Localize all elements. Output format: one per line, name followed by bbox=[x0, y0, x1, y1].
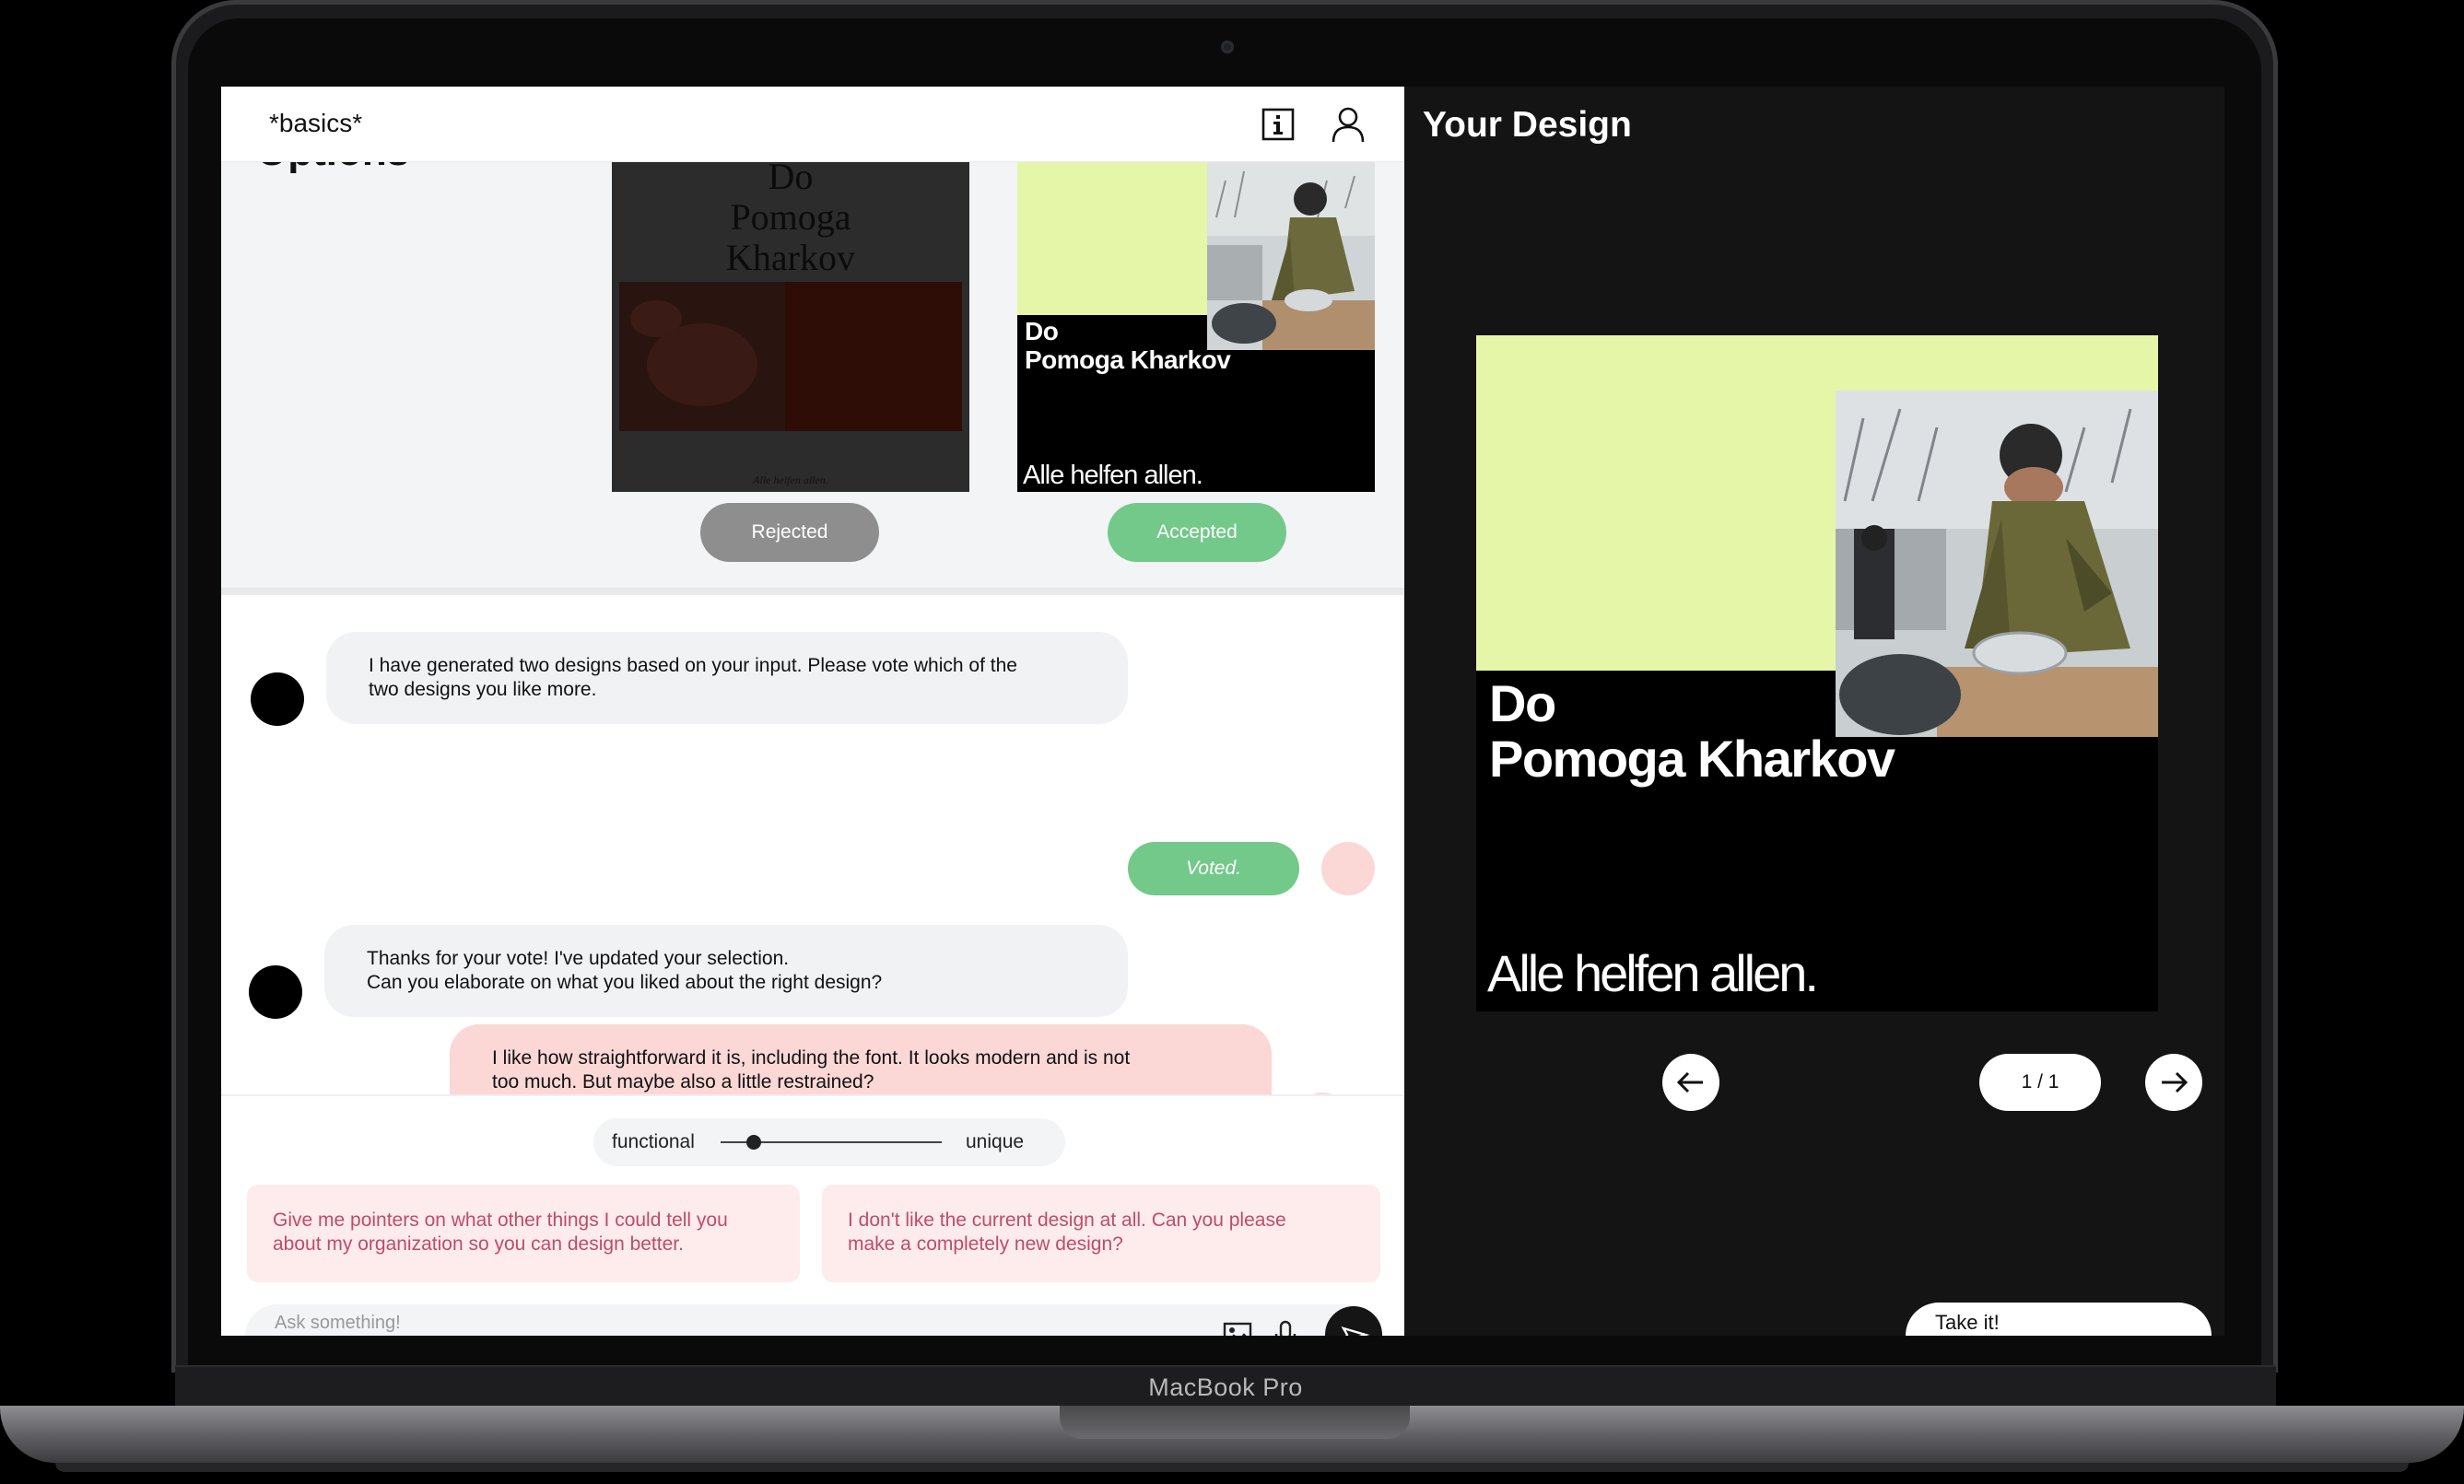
microphone-icon[interactable] bbox=[1270, 1319, 1301, 1336]
option-b-title: Do Pomoga Kharkov bbox=[1025, 317, 1231, 374]
user-avatar bbox=[1321, 842, 1375, 895]
option-b-photo bbox=[1207, 162, 1375, 350]
laptop-base-shadow bbox=[55, 1463, 2409, 1472]
slider-right-label: unique bbox=[966, 1131, 1025, 1152]
bot-message: Thanks for your vote! I've updated your … bbox=[324, 925, 1128, 1017]
bot-message: I have generated two designs based on yo… bbox=[326, 632, 1128, 724]
suggestion-line: make a completely new design? bbox=[848, 1233, 1123, 1255]
poster-title: Do Pomoga Kharkov bbox=[1489, 676, 1895, 787]
take-it-button[interactable]: Take it! bbox=[1906, 1303, 2212, 1336]
option-b-title-line: Pomoga Kharkov bbox=[1025, 345, 1231, 374]
user-icon[interactable] bbox=[1329, 105, 1367, 144]
next-design-button[interactable] bbox=[2145, 1054, 2202, 1111]
option-a-title-line: Pomoga bbox=[730, 196, 851, 238]
option-a-photo bbox=[619, 282, 962, 431]
design-preview-panel: Your Design Do Pomoga Kharkov Alle helfe… bbox=[1404, 87, 2224, 1336]
design-poster: Do Pomoga Kharkov Alle helfen allen. bbox=[1476, 335, 2158, 1011]
arrow-left-icon bbox=[1676, 1071, 1703, 1093]
message-line: Can you elaborate on what you liked abou… bbox=[367, 972, 883, 993]
style-slider: functional unique bbox=[593, 1118, 1065, 1166]
send-icon bbox=[1341, 1326, 1370, 1336]
rejected-button[interactable]: Rejected bbox=[700, 503, 879, 562]
screen: *basics* Options Do Pomoga Kharkov bbox=[221, 87, 2224, 1336]
app-title: *basics* bbox=[269, 109, 363, 137]
bot-avatar bbox=[249, 965, 302, 1019]
info-icon[interactable] bbox=[1259, 105, 1297, 144]
previous-design-button[interactable] bbox=[1662, 1054, 1719, 1111]
option-a-title: Do Pomoga Kharkov bbox=[612, 162, 969, 278]
chat-controls: functional unique Give me pointers on wh… bbox=[221, 1094, 1404, 1336]
image-icon[interactable] bbox=[1222, 1319, 1253, 1336]
ask-bar bbox=[245, 1304, 1382, 1336]
chat-panel: *basics* Options Do Pomoga Kharkov bbox=[221, 87, 1404, 1336]
poster-title-line: Do bbox=[1489, 674, 1556, 732]
option-a-title-line: Kharkov bbox=[726, 237, 855, 278]
suggestion-line: I don't like the current design at all. … bbox=[848, 1209, 1286, 1231]
slider-left-label: functional bbox=[612, 1131, 695, 1152]
message-line: I like how straightforward it is, includ… bbox=[492, 1047, 1131, 1069]
page-indicator: 1 / 1 bbox=[1979, 1054, 2101, 1111]
device-label: MacBook Pro bbox=[1148, 1373, 1303, 1401]
option-a-title-line: Do bbox=[768, 162, 814, 197]
accepted-button[interactable]: Accepted bbox=[1108, 503, 1286, 562]
message-line: too much. But maybe also a little restra… bbox=[492, 1071, 874, 1093]
message-line: I have generated two designs based on yo… bbox=[369, 655, 1017, 676]
poster-title-line: Pomoga Kharkov bbox=[1489, 730, 1895, 788]
suggestion-line: Give me pointers on what other things I … bbox=[273, 1209, 728, 1231]
option-a-tagline: Alle helfen allen. bbox=[753, 473, 828, 486]
design-option-rejected[interactable]: Do Pomoga Kharkov Alle helfen allen. bbox=[612, 162, 969, 492]
camera-icon bbox=[1221, 41, 1234, 53]
chat-messages: I have generated two designs based on yo… bbox=[221, 601, 1404, 1146]
suggestion-chip[interactable]: Give me pointers on what other things I … bbox=[247, 1185, 800, 1282]
ask-input[interactable] bbox=[245, 1304, 1167, 1336]
bot-avatar bbox=[251, 672, 304, 726]
suggestion-chip[interactable]: I don't like the current design at all. … bbox=[822, 1185, 1380, 1282]
poster-tagline: Alle helfen allen. bbox=[1487, 944, 1819, 1002]
voted-message: Voted. bbox=[1128, 842, 1299, 895]
slider-handle[interactable] bbox=[746, 1135, 761, 1150]
laptop-notch bbox=[1060, 1406, 1410, 1439]
send-button[interactable] bbox=[1325, 1306, 1382, 1336]
message-line: two designs you like more. bbox=[369, 679, 597, 700]
design-heading: Your Design bbox=[1423, 105, 1632, 145]
option-b-tagline: Alle helfen allen. bbox=[1023, 461, 1203, 490]
suggestion-line: about my organization so you can design … bbox=[273, 1233, 684, 1255]
design-options: Options Do Pomoga Kharkov Alle helfen al… bbox=[221, 129, 1404, 595]
option-b-title-line: Do bbox=[1025, 317, 1059, 345]
design-option-accepted[interactable]: Do Pomoga Kharkov Alle helfen allen. bbox=[1017, 162, 1375, 492]
top-bar: *basics* bbox=[221, 87, 1404, 162]
message-line: Thanks for your vote! I've updated your … bbox=[367, 948, 790, 969]
arrow-right-icon bbox=[2162, 1071, 2188, 1093]
